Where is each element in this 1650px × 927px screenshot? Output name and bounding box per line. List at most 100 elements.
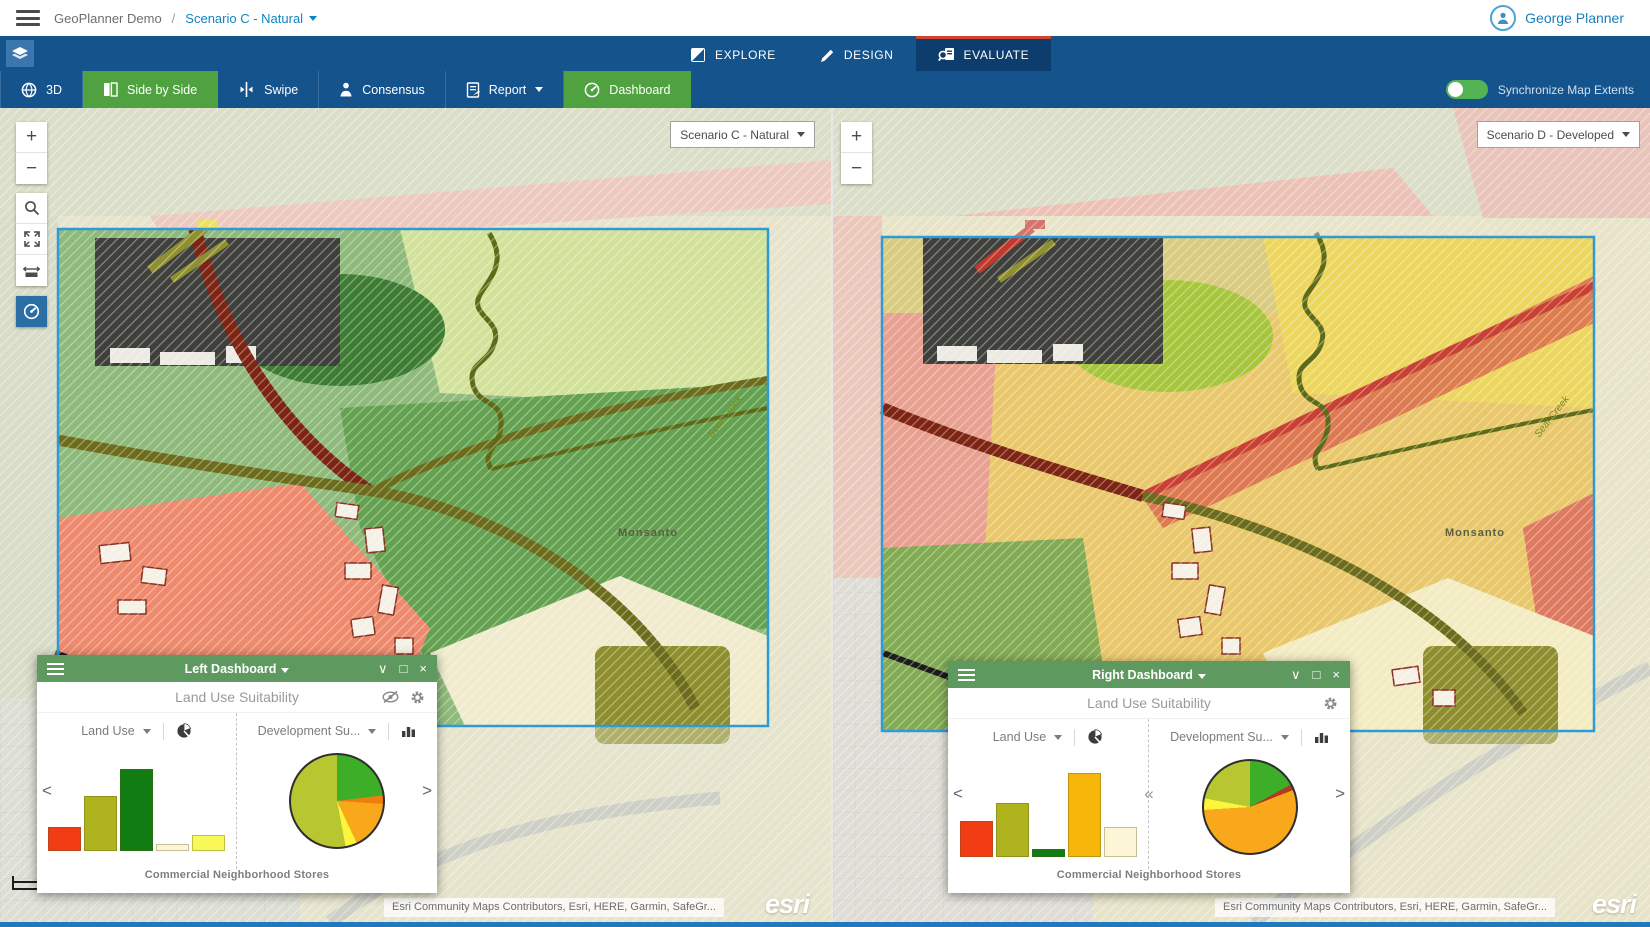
carousel-next-arrow[interactable]: >	[422, 781, 432, 801]
gear-icon[interactable]	[410, 690, 425, 705]
collapse-button[interactable]: ∨	[378, 662, 388, 675]
chevron-down-icon	[281, 668, 289, 673]
report-button[interactable]: Report	[446, 71, 565, 108]
report-icon	[466, 82, 480, 98]
person-icon	[339, 82, 353, 97]
chart-caption: Commercial Neighborhood Stores	[948, 869, 1350, 893]
dashboard-button[interactable]: Dashboard	[564, 71, 691, 108]
breadcrumb-app-title: GeoPlanner Demo	[54, 11, 162, 26]
widget-selector[interactable]: Development Su...	[1170, 730, 1273, 744]
zoom-out-button[interactable]: −	[841, 153, 872, 184]
explore-icon	[690, 47, 706, 63]
right-dashboard-header[interactable]: Right Dashboard ∨ □ ×	[948, 661, 1350, 688]
close-button[interactable]: ×	[1332, 668, 1340, 681]
development-suitability-pie-chart[interactable]	[289, 753, 385, 849]
swipe-icon	[238, 82, 255, 97]
map-label-monsanto: Monsanto	[618, 527, 678, 539]
tab-design[interactable]: DESIGN	[798, 36, 916, 71]
chevron-down-icon	[1622, 132, 1630, 137]
breadcrumb-separator: /	[172, 11, 176, 26]
tab-evaluate[interactable]: EVALUATE	[916, 36, 1052, 71]
map-label-monsanto: Monsanto	[1445, 527, 1505, 539]
chevron-down-icon	[368, 729, 376, 734]
expand-arrows-icon	[24, 231, 40, 247]
chevron-down-icon	[797, 132, 805, 137]
bar-chart-icon[interactable]	[1314, 730, 1329, 744]
synchronize-map-extents-toggle[interactable]	[1446, 80, 1488, 99]
gauge-icon	[23, 303, 40, 320]
consensus-button[interactable]: Consensus	[319, 71, 446, 108]
left-dashboard-panel: Left Dashboard ∨ □ × Land Use Suitabilit…	[37, 655, 437, 893]
development-suitability-pie-chart[interactable]	[1202, 759, 1298, 855]
map-panels-divider[interactable]	[831, 108, 833, 922]
3d-button[interactable]: 3D	[0, 71, 83, 108]
synchronize-map-extents-label: Synchronize Map Extents	[1498, 83, 1634, 97]
side-by-side-button[interactable]: Side by Side	[83, 71, 218, 108]
evaluate-toolbar: 3D Side by Side Swipe Consensus Report D…	[0, 71, 1650, 108]
left-dashboard-header[interactable]: Left Dashboard ∨ □ ×	[37, 655, 437, 682]
esri-logo: esri	[765, 889, 809, 920]
swipe-button[interactable]: Swipe	[218, 71, 319, 108]
layers-icon	[11, 46, 29, 62]
search-icon	[24, 200, 40, 216]
dashboard-subtitle: Land Use Suitability	[948, 695, 1350, 711]
bottom-accent-bar	[0, 922, 1650, 927]
chevron-down-icon	[535, 87, 543, 92]
land-use-bar-chart[interactable]	[960, 757, 1137, 857]
pencil-icon	[820, 48, 835, 63]
right-dashboard-panel: Right Dashboard ∨ □ × Land Use Suitabili…	[948, 661, 1350, 893]
land-use-bar-chart[interactable]	[48, 751, 225, 851]
maximize-button[interactable]: □	[400, 662, 408, 675]
widget-selector[interactable]: Land Use	[993, 730, 1047, 744]
geoplanner-app: GeoPlanner Demo / Scenario C - Natural G…	[0, 0, 1650, 927]
zoom-in-button[interactable]: +	[16, 122, 47, 153]
carousel-next-arrow[interactable]: >	[1335, 784, 1345, 804]
maximize-button[interactable]: □	[1313, 668, 1321, 681]
pie-chart-icon[interactable]	[1087, 729, 1103, 745]
map-attribution: Esri Community Maps Contributors, Esri, …	[384, 898, 724, 917]
chevron-down-icon	[309, 16, 317, 21]
top-bar: GeoPlanner Demo / Scenario C - Natural G…	[0, 0, 1650, 36]
breadcrumb-scenario-dropdown[interactable]: Scenario C - Natural	[185, 11, 317, 26]
gear-icon[interactable]	[1323, 696, 1338, 711]
chevron-down-icon	[1281, 735, 1289, 740]
pie-chart-icon[interactable]	[176, 723, 192, 739]
dashboard-subtitle: Land Use Suitability	[37, 689, 437, 705]
collapse-button[interactable]: ∨	[1291, 668, 1301, 681]
bar-chart-icon[interactable]	[401, 724, 416, 738]
tab-explore[interactable]: EXPLORE	[668, 36, 798, 71]
side-by-side-icon	[103, 82, 118, 97]
chevron-down-icon	[143, 729, 151, 734]
chevron-down-icon	[1198, 674, 1206, 679]
user-name[interactable]: George Planner	[1525, 10, 1624, 26]
measure-icon	[23, 263, 40, 278]
right-scenario-selector[interactable]: Scenario D - Developed	[1477, 121, 1640, 148]
measure-button[interactable]	[16, 255, 47, 286]
gauge-icon	[584, 82, 600, 98]
zoom-in-button[interactable]: +	[841, 122, 872, 153]
chevron-down-icon	[1054, 735, 1062, 740]
left-scenario-selector[interactable]: Scenario C - Natural	[670, 121, 815, 148]
chart-caption: Commercial Neighborhood Stores	[37, 869, 437, 893]
dashboard-menu-icon[interactable]	[47, 663, 64, 675]
map-panel-left: Monsanto Seal Creek + − Scenario C - Nat…	[0, 108, 831, 922]
zoom-out-button[interactable]: −	[16, 153, 47, 184]
dashboard-map-button[interactable]	[16, 296, 47, 327]
dashboard-menu-icon[interactable]	[958, 669, 975, 681]
widget-selector[interactable]: Development Su...	[258, 724, 361, 738]
map-panel-right: Monsanto Seal Creek + − Scenario D - Dev…	[833, 108, 1650, 922]
carousel-prev-arrow[interactable]: <	[42, 781, 52, 801]
user-avatar-icon[interactable]	[1490, 5, 1516, 31]
globe-icon	[21, 82, 37, 98]
close-button[interactable]: ×	[419, 662, 427, 675]
search-button[interactable]	[16, 193, 47, 224]
hide-layer-icon[interactable]	[382, 690, 399, 704]
collapse-widget-arrow[interactable]: «	[1144, 784, 1153, 804]
widget-selector[interactable]: Land Use	[81, 724, 135, 738]
evaluate-icon	[938, 47, 955, 63]
carousel-prev-arrow[interactable]: <	[953, 784, 963, 804]
map-attribution: Esri Community Maps Contributors, Esri, …	[1215, 898, 1555, 917]
menu-icon[interactable]	[16, 10, 40, 26]
layers-button[interactable]	[6, 40, 34, 67]
default-extent-button[interactable]	[16, 224, 47, 255]
